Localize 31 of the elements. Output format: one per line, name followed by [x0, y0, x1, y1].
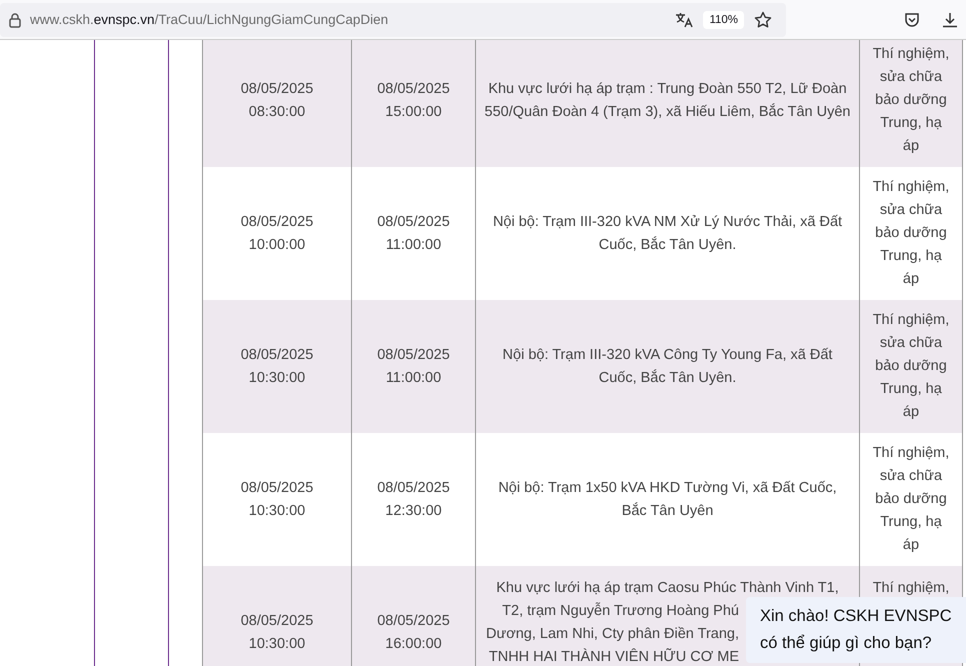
- area-text-line: Dương, Lam Nhi, Cty phân Điền Trang,: [486, 625, 739, 644]
- end-time-text: 08/05/2025 11:00:00: [376, 212, 451, 254]
- zoom-level-button[interactable]: 110%: [703, 10, 744, 28]
- end-time-text: 08/05/2025 11:00:00: [376, 346, 451, 388]
- lock-icon: [8, 12, 22, 28]
- area-text-line: TNHH HAI THÀNH VIÊN HỮU CƠ ME: [488, 647, 739, 666]
- area-text: Nội bộ: Trạm III-320 kVA Công Ty Young Fa, xã Đất Cuốc, Bắc Tân Uyên.: [502, 346, 832, 386]
- end-time-text: 08/05/2025 16:00:00: [376, 612, 451, 654]
- pocket-icon[interactable]: [904, 12, 920, 28]
- download-icon[interactable]: [942, 12, 958, 28]
- area-text: Khu vực lưới hạ áp trạm : Trung Đoàn 550 T2, Lữ Đoàn 550/Quân Đoàn 4 (Trạm 3), xã Hiếu Liêm, Bắc Tân Uyên: [484, 80, 850, 120]
- reason-text: Thí nghiệm, sửa chữa bảo dưỡng Trung, hạ áp: [872, 46, 950, 154]
- reason-text: Thí nghiệm, sửa chữa bảo dưỡng Trung, hạ áp: [872, 312, 950, 420]
- chat-greeting-bubble[interactable]: Xin chào! CSKH EVNSPC có thể giúp gì cho bạn?: [746, 597, 966, 663]
- star-icon[interactable]: [754, 10, 772, 28]
- start-time-text: 08/05/2025 08:30:00: [240, 80, 314, 122]
- translate-icon[interactable]: [675, 12, 694, 28]
- area-text: Nội bộ: Trạm 1x50 kVA HKD Tường Vi, xã Đất Cuốc, Bắc Tân Uyên: [498, 480, 837, 518]
- end-time-text: 08/05/2025 15:00:00: [376, 80, 451, 122]
- area-text-line: Khu vực lưới hạ áp trạm Caosu Phúc Thành Vinh T1,: [496, 579, 839, 598]
- reason-text: Thí nghiệm, sửa chữa bảo dưỡng Trung, hạ áp: [872, 445, 950, 553]
- end-time-text: 08/05/2025 12:30:00: [376, 478, 451, 520]
- area-text-line: T2, trạm Nguyễn Trương Hoàng Phú: [502, 601, 739, 621]
- start-time-text: 08/05/2025 10:30:00: [240, 346, 314, 388]
- area-text: Nội bộ: Trạm III-320 kVA NM Xử Lý Nước Thải, xã Đất Cuốc, Bắc Tân Uyên.: [492, 214, 842, 252]
- start-time-text: 08/05/2025 10:00:00: [240, 212, 314, 254]
- reason-text: Thí nghiệm,: [872, 580, 950, 596]
- start-time-text: 08/05/2025 10:30:00: [240, 612, 314, 654]
- start-time-text: 08/05/2025 10:30:00: [240, 478, 314, 520]
- url-text[interactable]: www.cskh.evnspc.vn/TraCuu/LichNgungGiamCungCapDien: [30, 12, 676, 27]
- reason-text: Thí nghiệm, sửa chữa bảo dưỡng Trung, hạ áp: [872, 179, 950, 287]
